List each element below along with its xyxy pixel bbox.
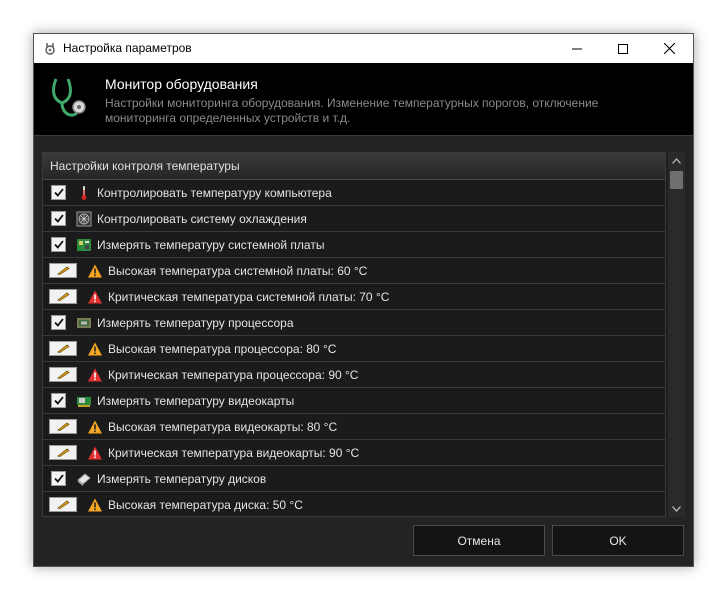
settings-list: Настройки контроля температуры Контролир…	[42, 152, 666, 517]
close-button[interactable]	[646, 34, 692, 63]
pencil-icon	[57, 266, 70, 275]
list-item[interactable]: Контролировать систему охлаждения	[43, 206, 665, 232]
list-item-label: Измерять температуру видеокарты	[97, 393, 295, 408]
warning-red-icon	[87, 445, 103, 461]
list-item-label: Высокая температура видеокарты: 80 °C	[108, 419, 338, 434]
vertical-scrollbar[interactable]	[668, 152, 685, 517]
scroll-down-button[interactable]	[668, 500, 685, 517]
list-item[interactable]: Высокая температура процессора: 80 °C	[43, 336, 665, 362]
checkmark-icon	[53, 396, 64, 405]
checkmark-icon	[53, 318, 64, 327]
chevron-down-icon	[672, 505, 681, 512]
pencil-icon	[57, 292, 70, 301]
checkbox[interactable]	[51, 315, 66, 330]
edit-value-button[interactable]	[49, 445, 77, 460]
checkbox[interactable]	[51, 471, 66, 486]
checkbox[interactable]	[51, 237, 66, 252]
edit-value-button[interactable]	[49, 419, 77, 434]
ok-button[interactable]: OK	[552, 525, 684, 556]
edit-value-button[interactable]	[49, 497, 77, 512]
pencil-icon	[57, 370, 70, 379]
warning-red-icon	[87, 289, 103, 305]
fan-icon	[76, 211, 92, 227]
list-item[interactable]: Измерять температуру системной платы	[43, 232, 665, 258]
list-item-label: Контролировать систему охлаждения	[97, 211, 307, 226]
warning-orange-icon	[87, 263, 103, 279]
list-item-label: Высокая температура системной платы: 60 …	[108, 263, 368, 278]
settings-window: Настройка параметров Монитор оборудовани…	[33, 33, 694, 567]
list-item-label: Измерять температуру процессора	[97, 315, 294, 330]
warning-orange-icon	[87, 419, 103, 435]
window-title: Настройка параметров	[63, 41, 192, 55]
list-item[interactable]: Измерять температуру процессора	[43, 310, 665, 336]
list-item[interactable]: Высокая температура диска: 50 °C	[43, 492, 665, 516]
pencil-icon	[57, 344, 70, 353]
list-item[interactable]: Высокая температура видеокарты: 80 °C	[43, 414, 665, 440]
list-item-label: Контролировать температуру компьютера	[97, 185, 332, 200]
header-title: Монитор оборудования	[105, 76, 258, 92]
list-item-label: Критическая температура системной платы:…	[108, 289, 390, 304]
maximize-icon	[618, 43, 628, 54]
gpu-icon	[76, 393, 92, 409]
cpu-icon	[76, 315, 92, 331]
list-item-label: Высокая температура процессора: 80 °C	[108, 341, 337, 356]
edit-value-button[interactable]	[49, 367, 77, 382]
list-item-label: Критическая температура видеокарты: 90 °…	[108, 445, 360, 460]
stethoscope-app-icon	[45, 43, 55, 55]
list-item[interactable]: Высокая температура системной платы: 60 …	[43, 258, 665, 284]
pencil-icon	[57, 500, 70, 509]
warning-orange-icon	[87, 497, 103, 513]
warning-orange-icon	[87, 341, 103, 357]
dialog-header: Монитор оборудования Настройки мониторин…	[34, 63, 693, 135]
checkmark-icon	[53, 240, 64, 249]
list-header: Настройки контроля температуры	[43, 153, 665, 180]
disk-icon	[76, 471, 92, 487]
edit-value-button[interactable]	[49, 289, 77, 304]
list-item-label: Измерять температуру системной платы	[97, 237, 325, 252]
checkmark-icon	[53, 474, 64, 483]
list-item-label: Измерять температуру дисков	[97, 471, 267, 486]
motherboard-icon	[76, 237, 92, 253]
chevron-up-icon	[672, 157, 681, 164]
edit-value-button[interactable]	[49, 263, 77, 278]
list-item[interactable]: Критическая температура процессора: 90 °…	[43, 362, 665, 388]
close-icon	[663, 43, 675, 54]
settings-panel: Настройки контроля температуры Контролир…	[42, 152, 685, 517]
checkbox[interactable]	[51, 393, 66, 408]
pencil-icon	[57, 448, 70, 457]
scroll-up-button[interactable]	[668, 152, 685, 169]
stethoscope-icon	[52, 78, 86, 117]
minimize-button[interactable]	[554, 34, 600, 63]
title-bar[interactable]: Настройка параметров	[34, 34, 693, 63]
list-item-label: Высокая температура диска: 50 °C	[108, 497, 303, 512]
cancel-button[interactable]: Отмена	[413, 525, 545, 556]
checkmark-icon	[53, 214, 64, 223]
list-rows: Контролировать температуру компьютера Кон…	[43, 180, 665, 516]
list-item[interactable]: Измерять температуру дисков	[43, 466, 665, 492]
list-item[interactable]: Критическая температура видеокарты: 90 °…	[43, 440, 665, 466]
checkmark-icon	[53, 188, 64, 197]
pencil-icon	[57, 422, 70, 431]
list-item[interactable]: Критическая температура системной платы:…	[43, 284, 665, 310]
list-item[interactable]: Контролировать температуру компьютера	[43, 180, 665, 206]
thermometer-icon	[76, 185, 92, 201]
list-item-label: Критическая температура процессора: 90 °…	[108, 367, 359, 382]
checkbox[interactable]	[51, 211, 66, 226]
maximize-button[interactable]	[600, 34, 646, 63]
list-item[interactable]: Измерять температуру видеокарты	[43, 388, 665, 414]
warning-red-icon	[87, 367, 103, 383]
header-description: Настройки мониторинга оборудования. Изме…	[105, 96, 599, 125]
edit-value-button[interactable]	[49, 341, 77, 356]
checkbox[interactable]	[51, 185, 66, 200]
minimize-icon	[572, 48, 582, 49]
scroll-thumb[interactable]	[670, 171, 683, 189]
header-divider	[34, 135, 693, 136]
